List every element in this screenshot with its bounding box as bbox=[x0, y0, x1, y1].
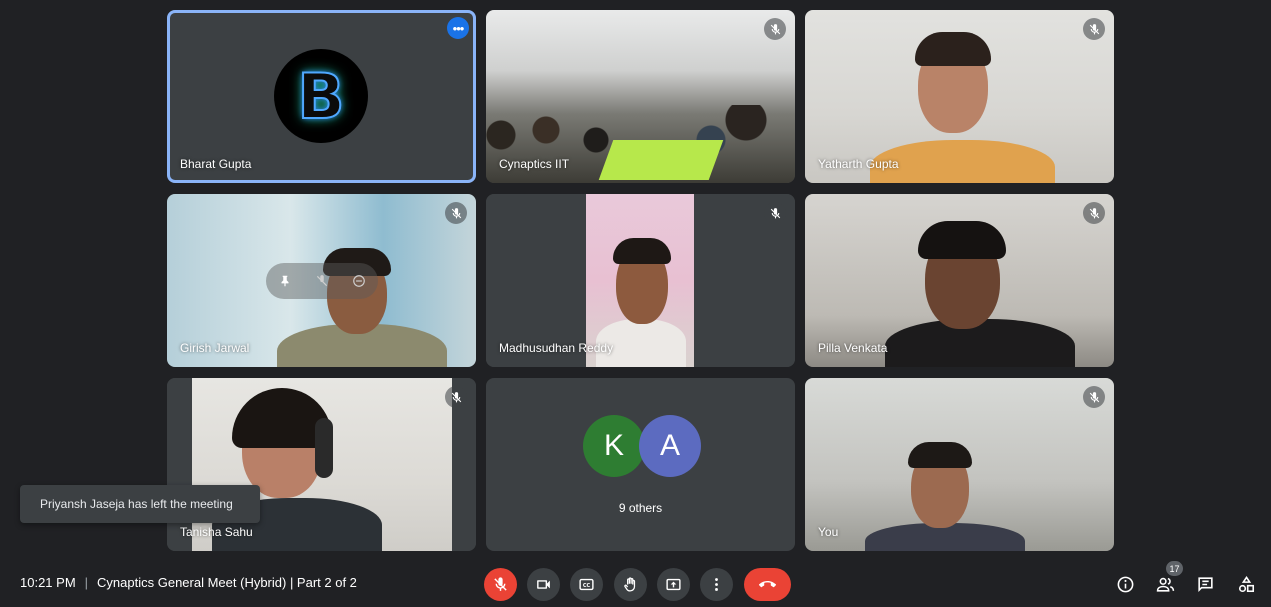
participant-tile-cynaptics[interactable]: Cynaptics IIT bbox=[486, 10, 795, 183]
tile-hover-controls bbox=[266, 263, 378, 299]
participant-name: Pilla Venkata bbox=[818, 341, 888, 355]
people-icon bbox=[1156, 577, 1174, 592]
present-icon bbox=[666, 578, 681, 591]
raise-hand-button[interactable] bbox=[614, 568, 647, 601]
mic-off-icon bbox=[764, 18, 786, 40]
meeting-time: 10:21 PM bbox=[20, 575, 76, 590]
chat-icon bbox=[1197, 576, 1213, 592]
microphone-toggle-button[interactable] bbox=[484, 568, 517, 601]
meeting-title: Cynaptics General Meet (Hybrid) | Part 2… bbox=[97, 575, 357, 590]
participant-count-badge: 17 bbox=[1166, 561, 1183, 576]
mic-off-icon bbox=[1083, 202, 1105, 224]
info-icon bbox=[1117, 576, 1133, 592]
participant-name: Yatharth Gupta bbox=[818, 157, 899, 171]
camera-toggle-button[interactable] bbox=[527, 568, 560, 601]
hand-icon bbox=[624, 577, 636, 592]
participant-avatar: B bbox=[274, 49, 368, 143]
notification-toast: Priyansh Jaseja has left the meeting bbox=[20, 485, 260, 523]
others-avatar-k: K bbox=[583, 415, 645, 477]
more-options-button[interactable]: ••• bbox=[447, 17, 469, 39]
participant-tile-tanisha[interactable]: Tanisha Sahu bbox=[167, 378, 476, 551]
participant-name: You bbox=[818, 525, 839, 539]
participant-name: Cynaptics IIT bbox=[499, 157, 570, 171]
leave-call-button[interactable] bbox=[744, 568, 791, 601]
participant-name: Tanisha Sahu bbox=[180, 525, 253, 539]
meeting-separator: | bbox=[84, 575, 89, 590]
meeting-details-button[interactable] bbox=[1114, 573, 1136, 595]
participant-tile-you[interactable]: You bbox=[805, 378, 1114, 551]
remove-icon[interactable] bbox=[351, 273, 367, 289]
participant-name: Bharat Gupta bbox=[180, 157, 252, 171]
activities-button[interactable] bbox=[1235, 573, 1257, 595]
participant-name: Girish Jarwal bbox=[180, 341, 250, 355]
mic-off-icon bbox=[1083, 18, 1105, 40]
mic-off-icon bbox=[445, 202, 467, 224]
others-tile[interactable]: K A 9 others bbox=[486, 378, 795, 551]
others-count-label: 9 others bbox=[618, 501, 663, 515]
participant-tile-madhusudhan[interactable]: Madhusudhan Reddy bbox=[486, 194, 795, 367]
participant-tile-bharat[interactable]: B ••• Bharat Gupta bbox=[167, 10, 476, 183]
camera-icon bbox=[537, 580, 550, 589]
participant-video bbox=[805, 378, 1114, 551]
mic-off-icon bbox=[1083, 386, 1105, 408]
participant-tile-girish[interactable]: Girish Jarwal bbox=[167, 194, 476, 367]
more-options-button[interactable] bbox=[700, 568, 733, 601]
others-avatar-a: A bbox=[639, 415, 701, 477]
more-vert-icon bbox=[715, 578, 718, 591]
present-screen-button[interactable] bbox=[657, 568, 690, 601]
video-grid: B ••• Bharat Gupta Cynaptics IIT Yathart… bbox=[0, 0, 1271, 560]
mic-off-icon bbox=[445, 386, 467, 408]
participant-tile-pilla[interactable]: Pilla Venkata bbox=[805, 194, 1114, 367]
end-call-icon bbox=[759, 580, 776, 588]
chat-button[interactable] bbox=[1194, 573, 1216, 595]
meeting-info: 10:21 PM | Cynaptics General Meet (Hybrid)… bbox=[20, 575, 357, 590]
captions-button[interactable]: CC bbox=[570, 568, 603, 601]
bottom-toolbar: 10:21 PM | Cynaptics General Meet (Hybrid)… bbox=[0, 560, 1271, 607]
mic-off-icon bbox=[764, 202, 786, 224]
svg-text:CC: CC bbox=[583, 583, 591, 589]
participant-tile-yatharth[interactable]: Yatharth Gupta bbox=[805, 10, 1114, 183]
people-button[interactable] bbox=[1154, 573, 1176, 595]
mic-off-icon bbox=[494, 577, 507, 591]
pin-icon[interactable] bbox=[277, 273, 293, 289]
participant-name: Madhusudhan Reddy bbox=[499, 341, 614, 355]
mute-participant-icon[interactable] bbox=[314, 273, 330, 289]
captions-icon: CC bbox=[579, 578, 594, 591]
activities-icon bbox=[1238, 575, 1254, 592]
